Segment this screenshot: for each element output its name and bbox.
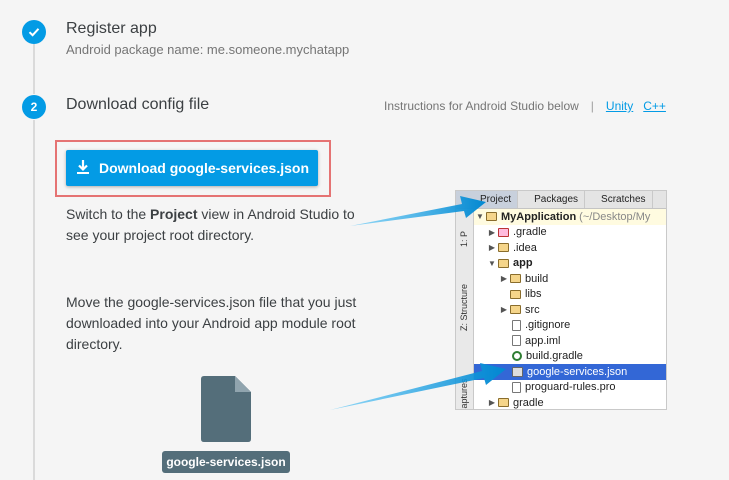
step-2-title: Download config file	[66, 96, 210, 113]
file-icon	[201, 376, 251, 442]
download-icon	[75, 159, 91, 178]
tab-packages[interactable]: Packages	[518, 191, 586, 208]
file-icon	[512, 335, 521, 347]
tree-row-src[interactable]: ▶ src	[474, 302, 666, 318]
tree-item-label: google-services.json	[527, 365, 628, 378]
step-1-check-icon	[22, 20, 46, 44]
tree-root-path: (~/Desktop/My	[579, 210, 651, 223]
file-name-chip: google-services.json	[162, 451, 290, 473]
cpp-link[interactable]: C++	[643, 99, 666, 113]
folder-icon	[510, 289, 521, 299]
tree-row-gitignore[interactable]: .gitignore	[474, 318, 666, 334]
download-config-button[interactable]: Download google-services.json	[66, 150, 318, 186]
folder-icon	[510, 274, 521, 284]
download-button-label: Download google-services.json	[98, 160, 310, 176]
side-label-structure[interactable]: Z: Structure	[459, 284, 469, 331]
tree-item-label: app	[513, 257, 533, 270]
collapse-arrow-icon[interactable]: ▶	[498, 305, 510, 314]
tree-item-label: .idea	[513, 241, 537, 254]
folder-icon	[498, 227, 509, 237]
tree-row-gradle[interactable]: ▶ gradle	[474, 395, 666, 409]
para1-bold: Project	[150, 206, 198, 222]
folder-icon	[498, 243, 509, 253]
timeline-line-bottom	[33, 120, 35, 480]
ide-side-toolbar: 1: P Z: Structure Captures	[456, 209, 474, 409]
timeline-line-top	[33, 44, 35, 94]
project-tree: ▼ MyApplication (~/Desktop/My ▶ .gradle …	[474, 209, 666, 409]
tree-item-label: proguard-rules.pro	[525, 381, 616, 394]
tree-item-label: .gitignore	[525, 319, 571, 332]
tree-row-libs[interactable]: libs	[474, 287, 666, 303]
tree-row-build-gradle[interactable]: build.gradle	[474, 349, 666, 365]
json-file-icon	[512, 366, 523, 377]
tree-root-name: MyApplication	[501, 210, 577, 223]
instructions-separator: |	[590, 99, 594, 113]
tree-row-proguard[interactable]: proguard-rules.pro	[474, 380, 666, 396]
expand-arrow-icon[interactable]: ▼	[474, 212, 486, 221]
tab-project[interactable]: Project	[456, 191, 519, 208]
file-icon	[512, 381, 521, 393]
expand-arrow-icon[interactable]: ▼	[486, 259, 498, 268]
folder-icon	[486, 212, 497, 222]
package-name: Android package name: me.someone.mychata…	[66, 42, 350, 57]
step-2-number: 2	[22, 95, 46, 119]
collapse-arrow-icon[interactable]: ▶	[498, 274, 510, 283]
step-1-title: Register app	[66, 20, 157, 37]
tree-row-idea[interactable]: ▶ .idea	[474, 240, 666, 256]
gradle-icon	[512, 351, 522, 362]
module-folder-icon	[498, 258, 509, 268]
para1-text-start: Switch to the	[66, 206, 151, 222]
tree-item-label: app.iml	[525, 334, 561, 347]
tree-row-app-iml[interactable]: app.iml	[474, 333, 666, 349]
project-view-instructions: Switch to the Project view in Android St…	[66, 204, 366, 246]
tree-row-build[interactable]: ▶ build	[474, 271, 666, 287]
tree-row-root[interactable]: ▼ MyApplication (~/Desktop/My	[474, 209, 666, 225]
tree-row-app[interactable]: ▼ app	[474, 256, 666, 272]
side-label-captures[interactable]: Captures	[459, 378, 469, 409]
tree-row-gradle-dir[interactable]: ▶ .gradle	[474, 225, 666, 241]
folder-icon	[498, 398, 509, 408]
tree-item-label: build	[525, 272, 549, 285]
tree-item-label: src	[525, 303, 540, 316]
tree-row-google-services-json[interactable]: google-services.json	[474, 364, 666, 380]
tree-item-label: build.gradle	[526, 350, 583, 363]
collapse-arrow-icon[interactable]: ▶	[486, 398, 498, 407]
collapse-arrow-icon[interactable]: ▶	[486, 228, 498, 237]
tree-item-label: gradle	[513, 396, 544, 409]
android-studio-project-panel: Project Packages Scratches 1: P Z: Struc…	[455, 190, 667, 410]
collapse-arrow-icon[interactable]: ▶	[486, 243, 498, 252]
move-file-instructions: Move the google-services.json file that …	[66, 294, 357, 352]
ide-tab-bar: Project Packages Scratches	[456, 191, 666, 209]
tree-item-label: .gradle	[513, 226, 547, 239]
file-icon	[512, 319, 521, 331]
instructions-bar: Instructions for Android Studio below | …	[384, 99, 666, 113]
tree-item-label: libs	[525, 288, 542, 301]
folder-icon	[510, 305, 521, 315]
side-label-project[interactable]: 1: P	[459, 231, 469, 247]
instructions-text: Instructions for Android Studio below	[384, 99, 579, 113]
tab-scratches[interactable]: Scratches	[585, 191, 653, 208]
unity-link[interactable]: Unity	[606, 99, 633, 113]
